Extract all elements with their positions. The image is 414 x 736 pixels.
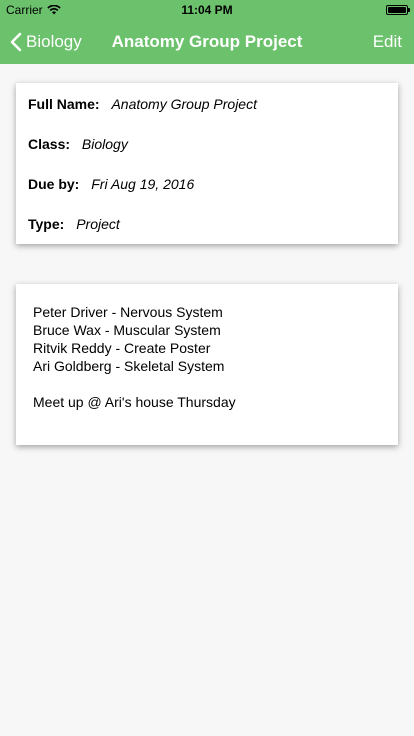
full-name-value: Anatomy Group Project: [111, 96, 257, 112]
notes-line: Bruce Wax - Muscular System: [33, 322, 221, 338]
class-value: Biology: [81, 136, 128, 152]
status-time: 11:04 PM: [181, 3, 233, 17]
edit-button[interactable]: Edit: [373, 20, 402, 64]
class-label: Class:: [28, 136, 71, 152]
navigation-bar: Biology Anatomy Group Project Edit: [0, 20, 414, 64]
back-button[interactable]: Biology: [10, 20, 82, 64]
notes-spacer: [33, 375, 381, 393]
due-row: Due by: Fri Aug 19, 2016: [28, 176, 194, 192]
full-name-label: Full Name:: [28, 96, 100, 112]
due-label: Due by:: [28, 176, 80, 192]
notes-line: Ari Goldberg - Skeletal System: [33, 358, 225, 374]
details-card: Full Name: Anatomy Group Project Class: …: [16, 83, 398, 244]
class-row: Class: Biology: [28, 136, 128, 152]
due-value: Fri Aug 19, 2016: [91, 176, 195, 192]
back-button-label: Biology: [26, 32, 82, 51]
notes-card[interactable]: Peter Driver - Nervous System Bruce Wax …: [16, 284, 398, 445]
full-name-row: Full Name: Anatomy Group Project: [28, 96, 257, 112]
type-row: Type: Project: [28, 216, 120, 232]
type-label: Type:: [28, 216, 65, 232]
status-bar: Carrier 11:04 PM: [0, 0, 414, 20]
type-value: Project: [76, 216, 120, 232]
notes-line: Ritvik Reddy - Create Poster: [33, 340, 211, 356]
battery-icon: [386, 5, 410, 15]
notes-line: Peter Driver - Nervous System: [33, 304, 223, 320]
notes-footer: Meet up @ Ari's house Thursday: [33, 394, 236, 410]
chevron-left-icon: [10, 32, 22, 52]
page-title: Anatomy Group Project: [111, 32, 303, 51]
